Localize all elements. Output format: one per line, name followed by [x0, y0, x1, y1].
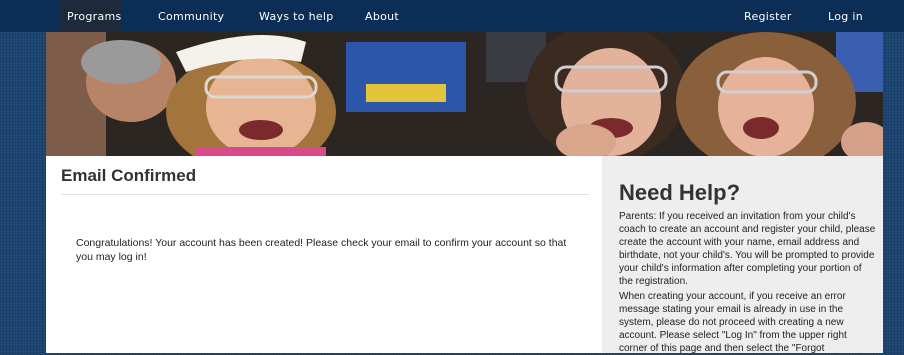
hero-banner-image — [46, 32, 883, 156]
page-title: Email Confirmed — [61, 166, 197, 185]
help-sidebar: Need Help? Parents: If you received an i… — [602, 156, 883, 354]
nav-community[interactable]: Community — [150, 0, 232, 32]
help-title: Need Help? — [619, 180, 741, 205]
nav-about[interactable]: About — [357, 0, 407, 32]
confirmation-message: Congratulations! Your account has been c… — [76, 237, 567, 263]
nav-log-in[interactable]: Log in — [820, 0, 871, 32]
nav-ways-to-help[interactable]: Ways to help — [251, 0, 342, 32]
title-divider — [61, 194, 589, 195]
help-paragraph-parents: Parents: If you received an invitation f… — [619, 211, 876, 287]
main-column: Email Confirmed Congratulations! Your ac… — [46, 156, 602, 353]
help-paragraph-account: When creating your account, if you recei… — [619, 291, 847, 354]
top-nav: Programs Community Ways to help About Re… — [0, 0, 904, 32]
hero-photo — [46, 32, 883, 156]
content-area: Email Confirmed Congratulations! Your ac… — [46, 156, 883, 354]
nav-register[interactable]: Register — [736, 0, 800, 32]
nav-programs[interactable]: Programs — [59, 0, 121, 32]
